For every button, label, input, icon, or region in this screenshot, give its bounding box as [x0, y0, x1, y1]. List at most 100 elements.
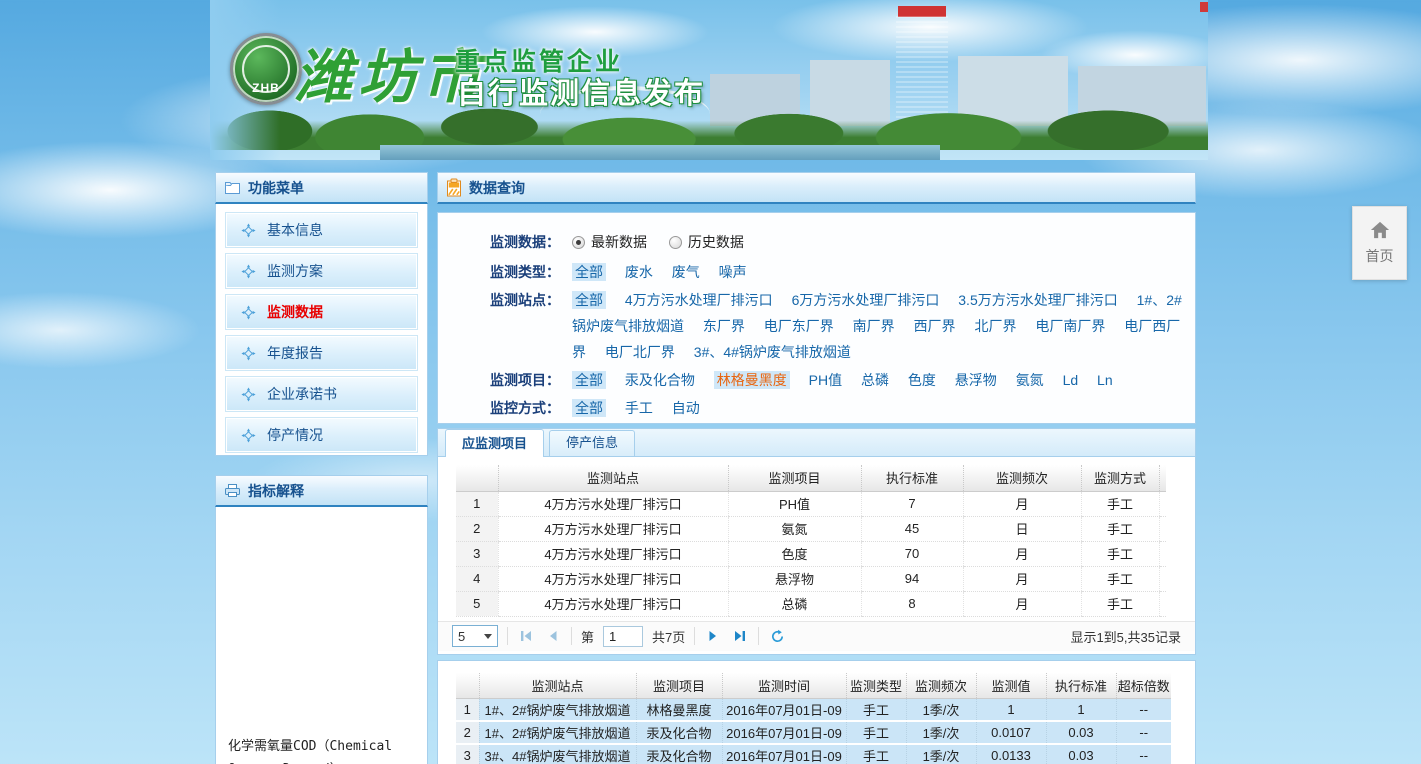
sidebar-item-shutdown[interactable]: 停产情况 [225, 417, 418, 453]
station-filter-10[interactable]: 电厂南厂界 [1035, 318, 1105, 334]
row-index: 2 [456, 721, 479, 744]
cell-station: 4万方污水处理厂排污口 [498, 516, 728, 541]
item-filter-chroma[interactable]: 色度 [908, 372, 936, 388]
page-size-select[interactable]: 5 [452, 625, 498, 647]
col-station: 监测站点 [479, 673, 636, 698]
divider [758, 627, 759, 645]
cell-station: 4万方污水处理厂排污口 [498, 566, 728, 591]
filter-row-type: 监测类型： 全部 废水 废气 噪声 [490, 259, 1195, 285]
radio-latest-data[interactable]: 最新数据 [572, 229, 647, 255]
row-index: 3 [456, 541, 498, 566]
station-filter-1[interactable]: 4万方污水处理厂排污口 [625, 292, 773, 308]
radio-latest-label: 最新数据 [591, 229, 647, 255]
col-time: 监测时间 [722, 673, 846, 698]
cell-type: 手工 [846, 744, 906, 764]
row-index: 5 [456, 591, 498, 616]
radio-history-data[interactable]: 历史数据 [669, 229, 744, 255]
cell-item: 悬浮物 [728, 566, 861, 591]
last-page-button[interactable] [731, 627, 749, 645]
pagination-bar: 5 第 共7页 显示1到5,共35记录 [438, 621, 1195, 651]
tab-monitor-items[interactable]: 应监测项目 [445, 429, 544, 457]
station-filter-12[interactable]: 电厂北厂界 [605, 344, 675, 360]
cell-value: 1 [976, 698, 1046, 721]
sidebar-item-label: 监测数据 [267, 302, 323, 322]
item-filter-ringelmann[interactable]: 林格曼黑度 [714, 371, 790, 389]
row-index: 2 [456, 516, 498, 541]
item-filter-ld[interactable]: Ld [1063, 372, 1079, 388]
sidebar-item-basic-info[interactable]: 基本信息 [225, 212, 418, 248]
col-index [456, 673, 479, 698]
cell-station: 1#、2#锅炉废气排放烟道 [479, 698, 636, 721]
col-method: 监测方式 [1081, 465, 1159, 491]
sidebar-item-monitor-data[interactable]: 监测数据 [225, 294, 418, 330]
method-filter-all[interactable]: 全部 [572, 399, 606, 417]
prev-page-button[interactable] [544, 627, 562, 645]
station-filter-5[interactable]: 东厂界 [703, 318, 745, 334]
sidebar-item-monitor-plan[interactable]: 监测方案 [225, 253, 418, 289]
cell-time: 2016年07月01日-09 [722, 721, 846, 744]
col-standard: 执行标准 [861, 465, 963, 491]
next-page-button[interactable] [704, 627, 722, 645]
cell-standard: 8 [861, 591, 963, 616]
station-filter-13[interactable]: 3#、4#锅炉废气排放烟道 [694, 344, 851, 360]
col-type: 监测类型 [846, 673, 906, 698]
tab-bar: 应监测项目 停产信息 [438, 429, 1195, 457]
station-filter-2[interactable]: 6万方污水处理厂排污口 [792, 292, 940, 308]
cell-spacer [1159, 516, 1166, 541]
cell-type: 手工 [846, 721, 906, 744]
filter-values-method: 全部 手工 自动 [572, 395, 1192, 421]
type-filter-exhaust[interactable]: 废气 [672, 264, 700, 280]
station-filter-8[interactable]: 西厂界 [914, 318, 956, 334]
explain-line-2: Oxygen Demand） [228, 758, 421, 764]
col-spacer [1159, 465, 1166, 491]
cell-time: 2016年07月01日-09 [722, 744, 846, 764]
radio-checked-icon[interactable] [572, 236, 585, 249]
item-filter-suspended[interactable]: 悬浮物 [955, 372, 997, 388]
row-index: 1 [456, 491, 498, 516]
type-filter-noise[interactable]: 噪声 [719, 264, 747, 280]
first-page-button[interactable] [517, 627, 535, 645]
item-filter-phosphorus[interactable]: 总磷 [861, 372, 889, 388]
method-filter-manual[interactable]: 手工 [625, 400, 653, 416]
query-header: 数据查询 [437, 172, 1196, 204]
radio-unchecked-icon[interactable] [669, 236, 682, 249]
explain-panel-header: 指标解释 [215, 475, 428, 507]
table-row: 2 4万方污水处理厂排污口 氨氮 45 日 手工 [456, 516, 1166, 541]
sidebar-item-commitment[interactable]: 企业承诺书 [225, 376, 418, 412]
cell-frequency: 月 [963, 566, 1081, 591]
row-index: 1 [456, 698, 479, 721]
type-filter-all[interactable]: 全部 [572, 263, 606, 281]
page-number-input[interactable] [603, 626, 643, 647]
station-filter-3[interactable]: 3.5万方污水处理厂排污口 [958, 292, 1117, 308]
compass-icon [241, 264, 256, 279]
filter-label-method: 监控方式： [490, 395, 572, 421]
explain-text: 化学需氧量COD（Chemical Oxygen Demand） [228, 735, 421, 764]
filter-label-station: 监测站点： [490, 287, 572, 365]
station-filter-7[interactable]: 南厂界 [853, 318, 895, 334]
page-size-value: 5 [458, 629, 465, 644]
cell-station: 4万方污水处理厂排污口 [498, 491, 728, 516]
sidebar-item-annual-report[interactable]: 年度报告 [225, 335, 418, 371]
cell-frequency: 月 [963, 491, 1081, 516]
item-filter-ammonia[interactable]: 氨氮 [1016, 372, 1044, 388]
cell-frequency: 1季/次 [906, 721, 976, 744]
station-filter-6[interactable]: 电厂东厂界 [764, 318, 834, 334]
tab-shutdown-info[interactable]: 停产信息 [549, 430, 635, 456]
col-index [456, 465, 498, 491]
radio-history-label: 历史数据 [688, 229, 744, 255]
cell-spacer [1159, 541, 1166, 566]
table-row: 4 4万方污水处理厂排污口 悬浮物 94 月 手工 [456, 566, 1166, 591]
method-filter-auto[interactable]: 自动 [672, 400, 700, 416]
item-filter-ln[interactable]: Ln [1097, 372, 1113, 388]
item-filter-ph[interactable]: PH值 [809, 372, 842, 388]
refresh-icon[interactable] [768, 627, 786, 645]
item-filter-all[interactable]: 全部 [572, 371, 606, 389]
station-filter-9[interactable]: 北厂界 [974, 318, 1016, 334]
station-filter-all[interactable]: 全部 [572, 291, 606, 309]
divider [571, 627, 572, 645]
home-button[interactable]: 首页 [1352, 206, 1407, 280]
cell-method: 手工 [1081, 516, 1159, 541]
cell-item: 汞及化合物 [636, 744, 722, 764]
type-filter-wastewater[interactable]: 废水 [625, 264, 653, 280]
item-filter-mercury[interactable]: 汞及化合物 [625, 372, 695, 388]
